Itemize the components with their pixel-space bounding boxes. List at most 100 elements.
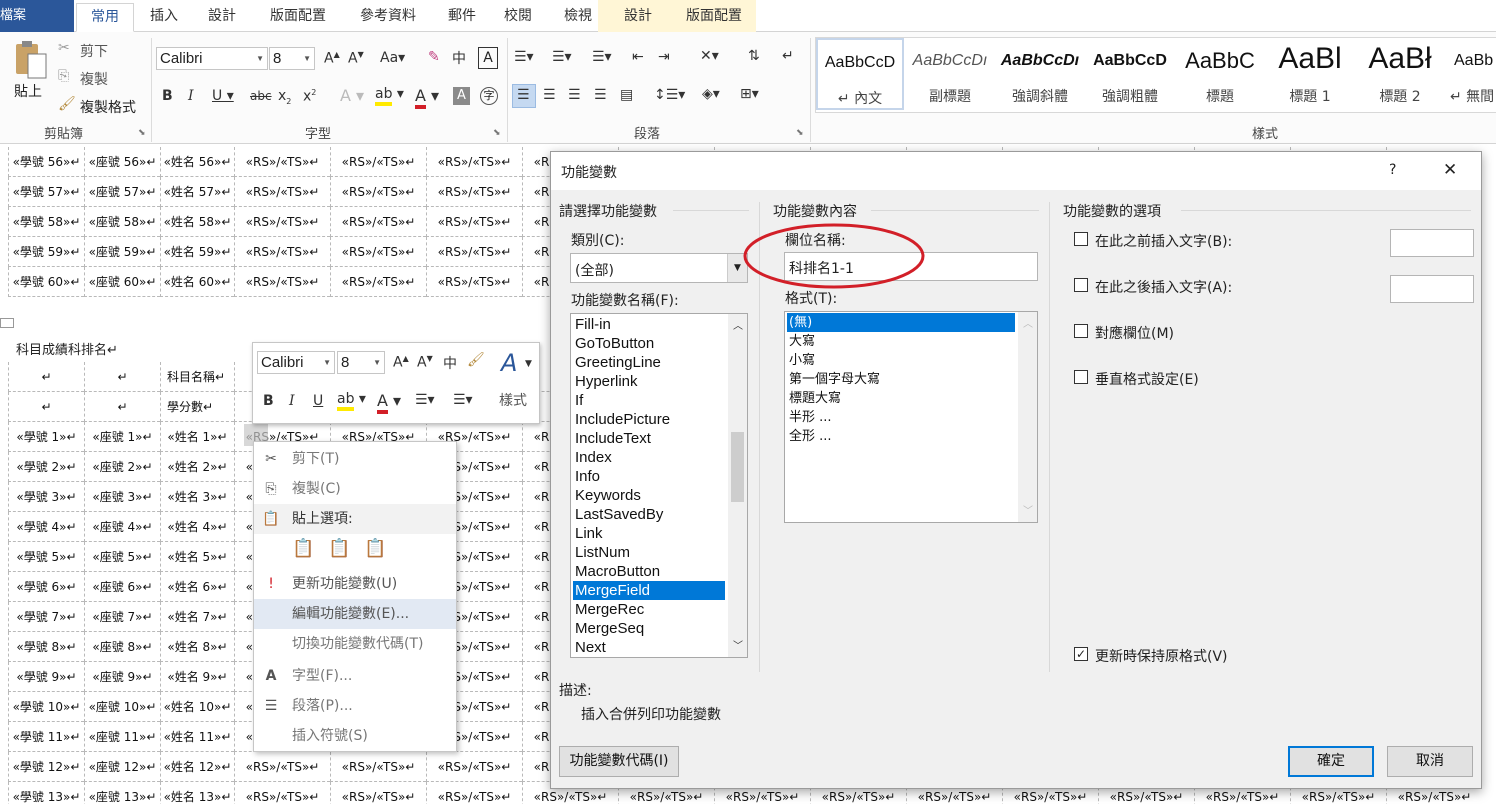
cancel-button[interactable]: 取消: [1387, 746, 1473, 777]
chevron-down-icon[interactable]: ▼: [525, 359, 532, 369]
shading-icon[interactable]: ◈▾: [702, 86, 720, 102]
paste-text-only-icon[interactable]: 📋: [364, 538, 386, 559]
tab-table-layout[interactable]: 版面配置: [674, 3, 754, 32]
field-name-option[interactable]: Fill-in: [573, 315, 725, 334]
paragraph-launcher-icon[interactable]: ⬊: [796, 128, 804, 138]
field-name-option[interactable]: Hyperlink: [573, 372, 725, 391]
format-option[interactable]: 全形 ...: [787, 427, 1015, 446]
tab-table-design[interactable]: 設計: [614, 3, 662, 32]
scroll-up-icon[interactable]: ︿: [733, 317, 743, 332]
menu-update-field[interactable]: ! 更新功能變數(U): [254, 569, 456, 599]
style-title[interactable]: AaBbC 標題: [1176, 38, 1264, 110]
field-name-option[interactable]: IncludePicture: [573, 410, 725, 429]
menu-copy[interactable]: ⎘ 複製(C): [254, 474, 456, 504]
enclose-character-icon[interactable]: A: [478, 47, 498, 69]
show-marks-icon[interactable]: ↵: [782, 48, 794, 64]
shrink-font-icon[interactable]: A▼: [417, 354, 433, 371]
enclose-circle-icon[interactable]: 字: [480, 87, 498, 105]
preserve-format-checkbox[interactable]: ✓: [1074, 647, 1088, 661]
field-name-option[interactable]: Info: [573, 467, 725, 486]
tab-mailings[interactable]: 郵件: [438, 3, 486, 32]
text-effects-icon[interactable]: A ▾: [340, 86, 364, 105]
format-listbox[interactable]: ︿ ﹀ (無) 大寫 小寫 第一個字母大寫 標題大寫 半形 ... 全形 ...: [784, 311, 1038, 523]
close-icon[interactable]: ✕: [1443, 160, 1457, 180]
tab-view[interactable]: 檢視: [554, 3, 602, 32]
menu-paragraph[interactable]: ☰ 段落(P)...: [254, 691, 456, 721]
field-name-option[interactable]: If: [573, 391, 725, 410]
mini-size-combo[interactable]: 8 ▼: [337, 351, 385, 374]
insert-before-input[interactable]: [1390, 229, 1474, 257]
scroll-down-icon[interactable]: ﹀: [733, 637, 743, 652]
underline-icon[interactable]: U: [313, 393, 323, 409]
tab-file[interactable]: 檔案: [0, 0, 74, 32]
style-heading-1[interactable]: AaBl 標題 1: [1266, 38, 1354, 110]
paste-merge-formatting-icon[interactable]: 📋: [328, 538, 350, 559]
numbering-icon[interactable]: ☰▾: [453, 392, 473, 408]
strikethrough-icon[interactable]: abc: [250, 89, 272, 103]
format-painter-icon[interactable]: 🖌: [58, 96, 76, 112]
field-name-option[interactable]: Link: [573, 524, 725, 543]
insert-after-checkbox[interactable]: [1074, 278, 1088, 292]
tab-layout[interactable]: 版面配置: [258, 3, 338, 32]
format-list-scrollbar[interactable]: ︿ ﹀: [1018, 312, 1037, 522]
field-name-option[interactable]: MacroButton: [573, 562, 725, 581]
highlight-icon[interactable]: ab ▾: [337, 391, 366, 411]
tab-home[interactable]: 常用: [76, 3, 134, 32]
tab-design[interactable]: 設計: [198, 3, 246, 32]
character-shading-icon[interactable]: A: [453, 87, 470, 105]
field-name-option[interactable]: MergeField: [573, 581, 725, 600]
font-color-icon[interactable]: A ▾: [415, 86, 439, 109]
format-painter-icon[interactable]: 🖌: [467, 352, 485, 368]
field-codes-button[interactable]: 功能變數代碼(I): [559, 746, 679, 777]
insert-after-input[interactable]: [1390, 275, 1474, 303]
format-option[interactable]: 小寫: [787, 351, 1015, 370]
sort-icon[interactable]: ⇅: [748, 48, 760, 64]
font-launcher-icon[interactable]: ⬊: [493, 128, 501, 138]
bullets-icon[interactable]: ☰▾: [415, 392, 435, 408]
change-case-icon[interactable]: Aa▾: [380, 50, 405, 66]
scroll-thumb[interactable]: [731, 432, 744, 502]
scroll-up-icon[interactable]: ︿: [1023, 315, 1033, 330]
style-subtitle[interactable]: AaBbCcDı 副標題: [906, 38, 994, 110]
align-right-icon[interactable]: ☰: [568, 87, 581, 103]
shrink-font-icon[interactable]: A▼: [348, 50, 364, 67]
asian-layout-icon[interactable]: ✕▾: [700, 48, 719, 64]
copy-button[interactable]: 複製: [80, 69, 108, 89]
subscript-icon[interactable]: x2: [278, 88, 291, 106]
tab-review[interactable]: 校閱: [494, 3, 542, 32]
font-name-combo[interactable]: Calibri ▼: [156, 47, 268, 70]
decrease-indent-icon[interactable]: ⇤: [632, 49, 644, 65]
field-name-option[interactable]: Keywords: [573, 486, 725, 505]
paste-button-label[interactable]: 貼上: [14, 81, 42, 101]
format-painter-button[interactable]: 複製格式: [80, 97, 136, 117]
menu-font[interactable]: A 字型(F)...: [254, 661, 456, 691]
styles-icon[interactable]: A: [501, 349, 517, 377]
bold-icon[interactable]: B: [162, 88, 173, 104]
grow-font-icon[interactable]: A▲: [393, 354, 409, 371]
align-left-button[interactable]: ☰: [512, 84, 536, 108]
format-option[interactable]: 大寫: [787, 332, 1015, 351]
font-color-icon[interactable]: A ▾: [377, 391, 401, 414]
clipboard-launcher-icon[interactable]: ⬊: [138, 128, 146, 138]
grow-font-icon[interactable]: A▲: [324, 50, 340, 67]
distributed-icon[interactable]: ▤: [620, 87, 633, 103]
table-move-handle[interactable]: [0, 318, 14, 328]
bullets-icon[interactable]: ☰▾: [514, 49, 534, 65]
multilevel-list-icon[interactable]: ☰▾: [592, 49, 612, 65]
tab-references[interactable]: 參考資料: [348, 3, 428, 32]
cut-icon[interactable]: ✂: [58, 40, 70, 56]
field-list-scrollbar[interactable]: ︿ ﹀: [728, 314, 747, 657]
menu-edit-field[interactable]: 編輯功能變數(E)...: [254, 599, 456, 629]
format-option[interactable]: (無): [787, 313, 1015, 332]
category-select[interactable]: (全部) ▼: [570, 253, 748, 283]
paste-icon[interactable]: [14, 40, 48, 80]
menu-toggle-field-codes[interactable]: 切換功能變數代碼(T): [254, 629, 456, 659]
mapped-field-checkbox[interactable]: [1074, 324, 1088, 338]
vertical-format-checkbox[interactable]: [1074, 370, 1088, 384]
italic-icon[interactable]: I: [188, 88, 194, 104]
highlight-icon[interactable]: ab ▾: [375, 86, 404, 106]
numbering-icon[interactable]: ☰▾: [552, 49, 572, 65]
font-size-combo[interactable]: 8 ▼: [269, 47, 315, 70]
clear-format-icon[interactable]: ✎: [428, 49, 440, 65]
format-option[interactable]: 標題大寫: [787, 389, 1015, 408]
